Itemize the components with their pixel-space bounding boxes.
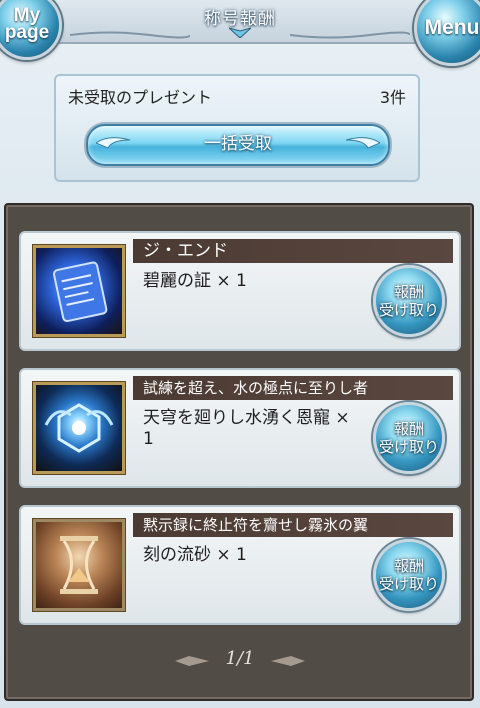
page-indicator: 1/1 (225, 648, 255, 669)
header-ornament-right-icon (290, 31, 410, 39)
scroll-art-icon (53, 261, 108, 323)
reward-item: 天穹を廻りし水湧く恩寵 × 1 (143, 408, 350, 449)
hourglass-icon (33, 519, 125, 611)
mypage-button[interactable]: My page (0, 0, 62, 60)
receive-label-line2: 受け取り (378, 575, 439, 593)
receive-label-line2: 受け取り (378, 301, 439, 319)
menu-button[interactable]: Menu (414, 0, 480, 66)
present-label: 未受取のプレゼント (68, 88, 213, 107)
reward-item: 刻の流砂 × 1 (143, 545, 247, 565)
wing-ornament-left-icon (96, 137, 130, 149)
reward-title: 黙示録に終止符を齎せし霧氷の翼 (133, 513, 453, 537)
header-ornament-left-icon (70, 31, 190, 39)
receive-label-line2: 受け取り (378, 438, 439, 456)
water-crest-icon (33, 382, 125, 474)
reward-list-panel: ジ・エンド 碧麗の証 × 1 報酬 受け取り 試練を超え、水の極点に至りし者 天… (4, 203, 474, 701)
crest-art-icon (44, 403, 114, 453)
header-bar: 称号報酬 (0, 0, 480, 44)
present-panel: 未受取のプレゼント 3件 一括受取 (54, 74, 420, 182)
receive-label-line1: 報酬 (393, 557, 424, 575)
mypage-label-line2: page (4, 22, 50, 43)
hourglass-art-icon (60, 536, 98, 594)
scroll-icon (33, 245, 125, 337)
reward-card: 試練を超え、水の極点に至りし者 天穹を廻りし水湧く恩寵 × 1 報酬 受け取り (19, 368, 461, 488)
bulk-receive-button[interactable]: 一括受取 (86, 124, 390, 166)
bulk-receive-label: 一括受取 (204, 134, 272, 154)
wing-ornament-right-icon (346, 137, 380, 149)
reward-card: 黙示録に終止符を齎せし霧氷の翼 刻の流砂 × 1 報酬 受け取り (19, 505, 461, 625)
reward-title: 試練を超え、水の極点に至りし者 (133, 376, 453, 400)
title-gem-icon (229, 27, 251, 38)
present-count: 3件 (379, 88, 406, 107)
reward-card: ジ・エンド 碧麗の証 × 1 報酬 受け取り (19, 231, 461, 351)
receive-reward-button[interactable]: 報酬 受け取り (373, 402, 445, 474)
receive-reward-button[interactable]: 報酬 受け取り (373, 539, 445, 611)
next-page-arrow-icon[interactable] (271, 655, 305, 667)
receive-reward-button[interactable]: 報酬 受け取り (373, 265, 445, 337)
receive-label-line1: 報酬 (393, 420, 424, 438)
reward-item: 碧麗の証 × 1 (143, 271, 247, 291)
reward-title: ジ・エンド (133, 239, 453, 263)
receive-label-line1: 報酬 (393, 283, 424, 301)
